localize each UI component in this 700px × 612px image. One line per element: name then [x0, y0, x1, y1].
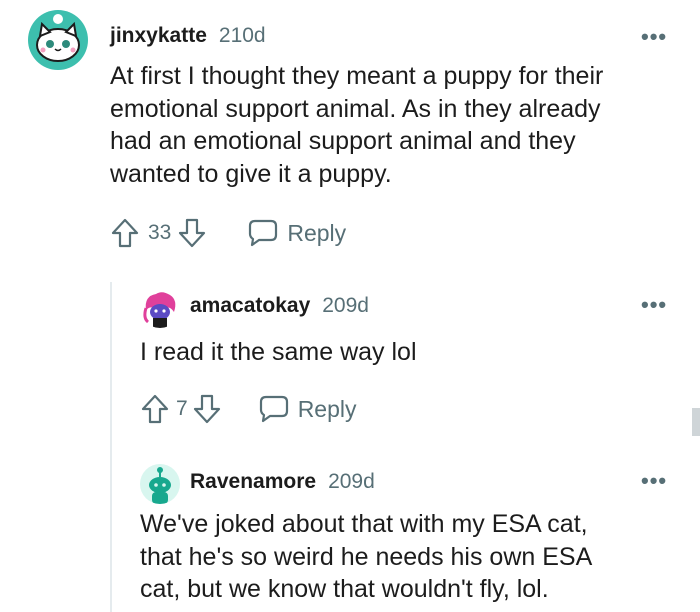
upvote-icon[interactable] — [140, 393, 170, 425]
comment-line: I read it the same way lol — [140, 338, 417, 366]
comment-line: cat, but we know that wouldn't fly, lol. — [140, 575, 549, 603]
downvote-icon[interactable] — [177, 217, 207, 249]
vote-count: 7 — [176, 397, 188, 420]
scrollbar-thumb[interactable] — [692, 408, 700, 436]
cat-avatar-icon — [36, 14, 80, 62]
reply-button[interactable]: Reply — [258, 394, 357, 424]
upvote-icon[interactable] — [110, 217, 140, 249]
comment-age: 210d — [218, 24, 266, 47]
comment-body: I read it the same way lol — [140, 336, 680, 369]
snoo-avatar-icon — [143, 292, 176, 328]
reply-button[interactable]: Reply — [247, 218, 346, 248]
comment-line: At first I thought they meant a puppy fo… — [110, 62, 604, 90]
more-options-button[interactable]: ••• — [641, 24, 667, 50]
username[interactable]: jinxykatte — [110, 24, 207, 48]
comment-age: 209d — [328, 470, 375, 493]
more-options-button[interactable]: ••• — [641, 468, 667, 494]
reply-label: Reply — [297, 395, 357, 422]
downvote-icon[interactable] — [192, 393, 222, 425]
comment-line: that he's so weird he needs his own ESA — [140, 542, 593, 571]
comment-meta: jinxykatte 210d — [110, 24, 266, 48]
comment-bubble-icon — [259, 395, 288, 423]
default-avatar-icon — [149, 467, 171, 504]
reply-label: Reply — [287, 219, 347, 246]
comment-meta: Ravenamore 209d — [190, 470, 375, 494]
avatar-ravenamore[interactable] — [140, 464, 180, 504]
comment-age: 209d — [322, 294, 369, 317]
more-options-button[interactable]: ••• — [641, 292, 667, 318]
comment-line: had an emotional support animal and they — [110, 127, 576, 155]
thread-line — [110, 282, 112, 612]
comment-meta: amacatokay 209d — [190, 294, 369, 318]
avatar-jinxykatte[interactable] — [28, 10, 88, 70]
username[interactable]: amacatokay — [190, 294, 310, 318]
comment-actions: 33 Reply — [110, 216, 346, 250]
avatar-amacatokay[interactable] — [140, 288, 180, 328]
vote-count: 33 — [148, 221, 172, 244]
comment-line: We've joked about that with my ESA cat, — [140, 510, 588, 538]
comment-line: emotional support animal. As in they alr… — [110, 94, 601, 123]
comment-line: wanted to give it a puppy. — [110, 159, 392, 188]
comment-actions: 7 Reply — [140, 392, 357, 426]
comment-body: We've joked about that with my ESA cat, … — [140, 508, 690, 606]
comment-body: At first I thought they meant a puppy fo… — [110, 60, 690, 190]
comment-bubble-icon — [249, 219, 278, 247]
username[interactable]: Ravenamore — [190, 470, 316, 494]
